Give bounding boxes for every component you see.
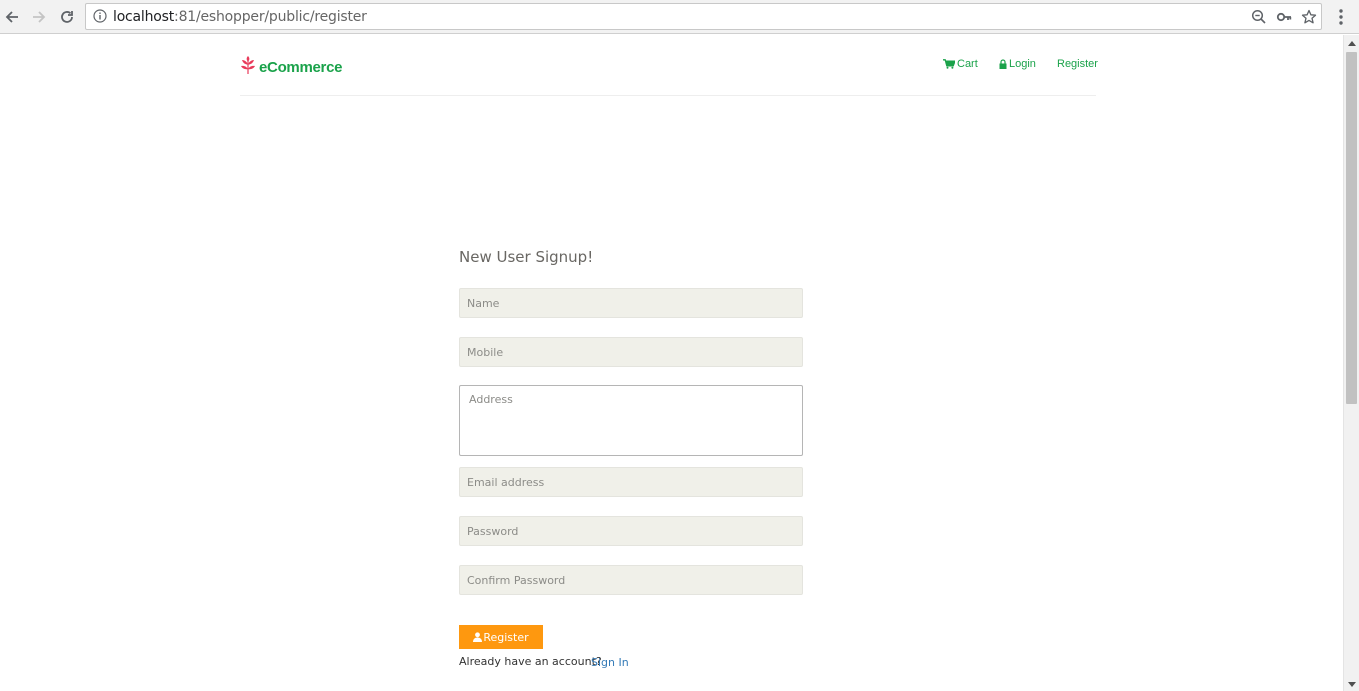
confirm-password-placeholder: Confirm Password xyxy=(467,573,566,587)
signup-title: New User Signup! xyxy=(459,248,594,266)
mobile-field[interactable]: Mobile xyxy=(459,337,803,367)
address-textarea[interactable]: Address xyxy=(459,385,803,456)
address-placeholder: Address xyxy=(469,393,513,406)
register-button-label: Register xyxy=(483,630,529,644)
email-field[interactable]: Email address xyxy=(459,467,803,497)
cart-icon xyxy=(943,59,955,69)
confirm-password-field[interactable]: Confirm Password xyxy=(459,565,803,595)
lock-icon xyxy=(999,59,1007,69)
logo-text: eCommerce xyxy=(259,59,343,76)
name-field[interactable]: Name xyxy=(459,288,803,318)
back-arrow-icon[interactable] xyxy=(1,6,23,28)
header-divider xyxy=(240,95,1096,96)
star-icon[interactable] xyxy=(1301,9,1317,25)
leaf-icon xyxy=(240,55,256,80)
scroll-thumb[interactable] xyxy=(1346,52,1357,404)
mobile-placeholder: Mobile xyxy=(467,345,504,359)
nav-login-link[interactable]: Login xyxy=(999,58,1036,70)
scroll-up-icon[interactable] xyxy=(1348,40,1356,46)
register-button[interactable]: Register xyxy=(459,625,543,649)
password-field[interactable]: Password xyxy=(459,516,803,546)
already-account-text: Already have an account? xyxy=(459,655,602,668)
site-logo[interactable]: eCommerce xyxy=(240,55,342,80)
email-placeholder: Email address xyxy=(467,475,545,489)
nav-register-label: Register xyxy=(1057,58,1098,70)
browser-toolbar: localhost:81/eshopper/public/register xyxy=(0,0,1359,34)
url-text: localhost:81/eshopper/public/register xyxy=(113,9,367,25)
nav-cart-link[interactable]: Cart xyxy=(943,58,978,70)
user-icon xyxy=(473,632,483,642)
password-placeholder: Password xyxy=(467,524,519,538)
sign-in-link[interactable]: Sign In xyxy=(591,656,629,669)
page-scrollbar[interactable] xyxy=(1343,35,1359,691)
zoom-icon[interactable] xyxy=(1251,9,1267,25)
key-icon[interactable] xyxy=(1276,9,1292,25)
scroll-down-icon[interactable] xyxy=(1348,682,1356,688)
forward-arrow-icon[interactable] xyxy=(28,6,50,28)
address-bar[interactable]: localhost:81/eshopper/public/register xyxy=(85,3,1322,30)
info-icon[interactable] xyxy=(93,9,107,28)
nav-cart-label: Cart xyxy=(957,58,978,70)
name-placeholder: Name xyxy=(467,296,500,310)
menu-dots-icon[interactable] xyxy=(1334,7,1348,27)
nav-login-label: Login xyxy=(1009,58,1036,70)
nav-register-link[interactable]: Register xyxy=(1057,58,1098,70)
reload-icon[interactable] xyxy=(56,6,78,28)
